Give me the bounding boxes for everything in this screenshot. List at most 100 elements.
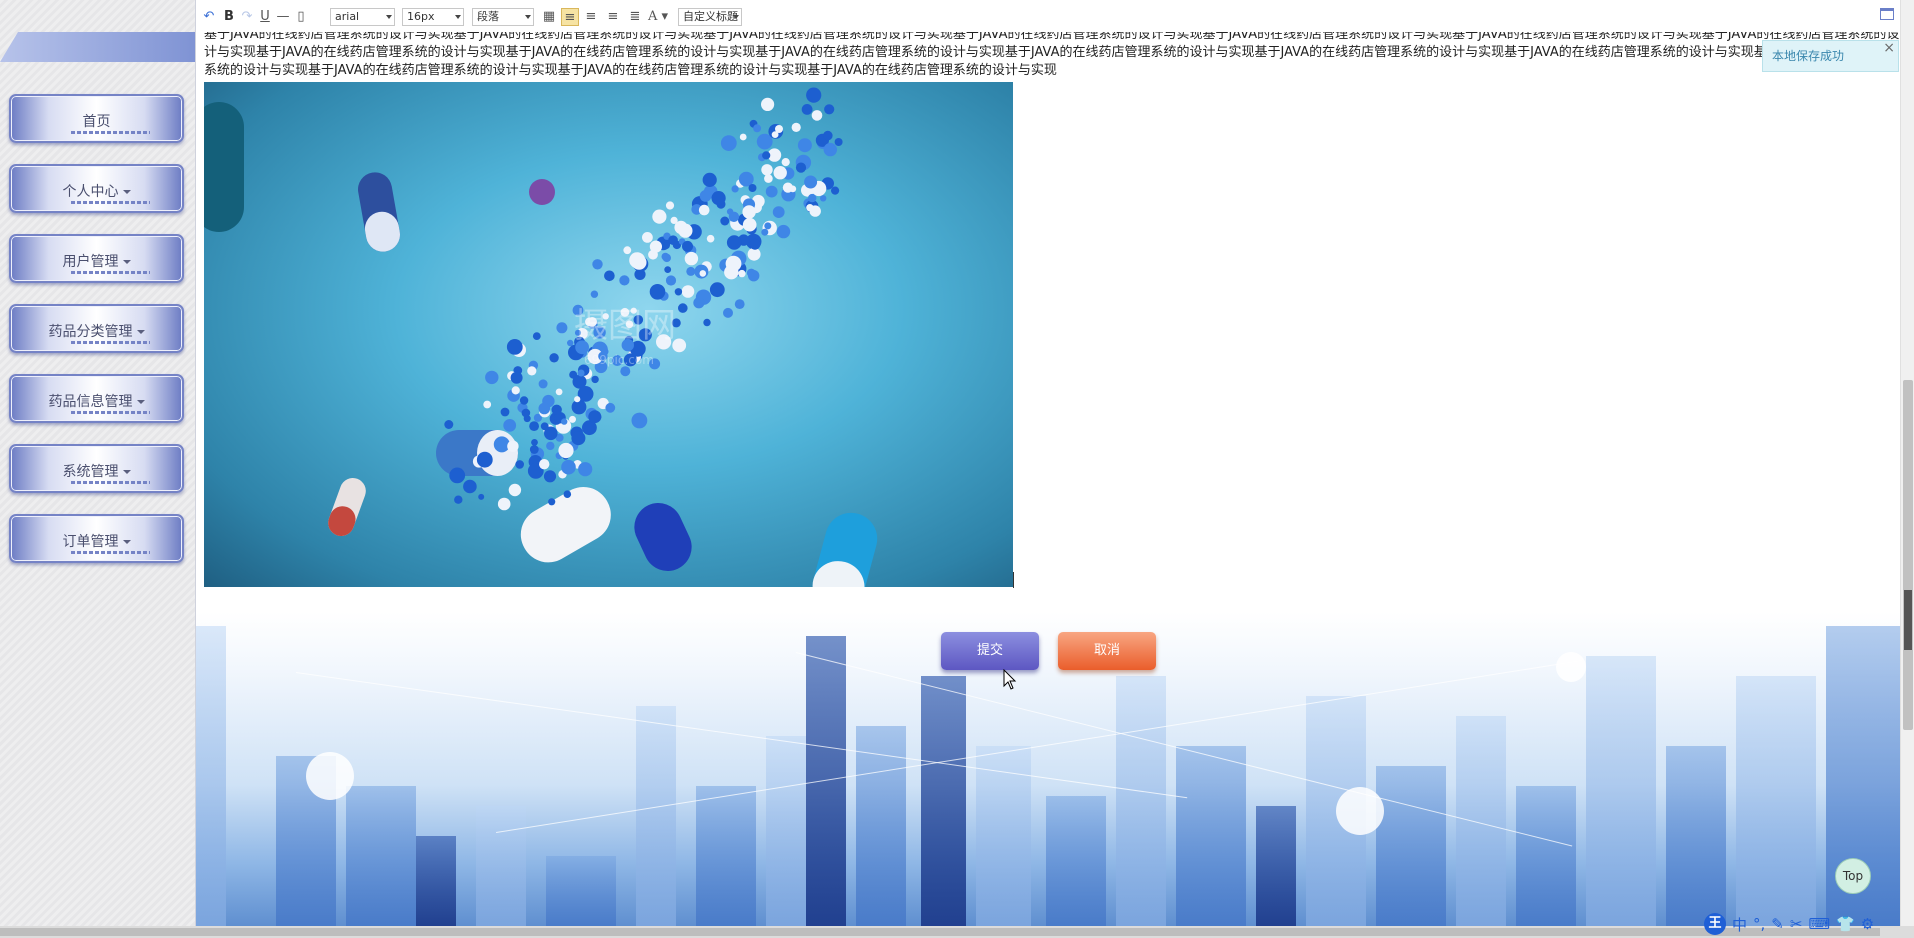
building — [766, 736, 806, 926]
scissors-icon[interactable]: ✂ — [1790, 915, 1803, 933]
fullscreen-icon[interactable] — [1880, 8, 1894, 20]
save-toast: 本地保存成功 × — [1762, 40, 1899, 72]
undo-icon[interactable]: ↶ — [201, 8, 217, 26]
editor-content[interactable]: 基于JAVA的在线药店管理系统的设计与实现基于JAVA的在线药店管理系统的设计与… — [196, 32, 1900, 612]
submit-button[interactable]: 提交 — [941, 632, 1039, 670]
sidebar-menu-item[interactable]: 药品分类管理 — [9, 304, 184, 353]
sidebar-menu-label: 系统管理 — [11, 461, 182, 481]
keyboard-icon[interactable]: ⌨ — [1808, 915, 1830, 933]
back-to-top-button[interactable]: Top — [1835, 858, 1871, 894]
horizontal-scrollbar[interactable] — [0, 926, 1914, 938]
sidebar-banner — [0, 32, 195, 62]
menu-label-text: 用户管理 — [62, 254, 119, 270]
sidebar-menu-label: 订单管理 — [11, 531, 182, 551]
redo-icon[interactable]: ↷ — [239, 8, 255, 26]
building — [976, 746, 1031, 926]
pen-icon[interactable]: ✎ — [1771, 915, 1784, 933]
paragraph-select[interactable]: 段落 — [472, 8, 534, 26]
building — [476, 806, 526, 926]
building — [921, 676, 966, 926]
punctuation-icon[interactable]: °, — [1753, 915, 1765, 933]
scrollbar-marker — [1904, 590, 1912, 650]
network-node — [1336, 787, 1384, 835]
caret-down-icon — [136, 330, 145, 334]
align-justify-icon[interactable]: ≣ — [627, 8, 643, 26]
align-right-icon[interactable]: ≡ — [583, 8, 599, 26]
network-line — [295, 672, 1188, 799]
sidebar-menu-item[interactable]: 系统管理 — [9, 444, 184, 493]
sidebar-menu-item[interactable]: 首页 — [9, 94, 184, 143]
sidebar-menu-label: 个人中心 — [11, 181, 182, 201]
cancel-button[interactable]: 取消 — [1058, 632, 1156, 670]
sidebar-menu-label: 药品信息管理 — [11, 391, 182, 411]
align-left-icon[interactable]: ≡ — [561, 8, 579, 26]
building — [346, 786, 416, 926]
network-node — [306, 752, 354, 800]
custom-title-value: 自定义标题 — [683, 10, 738, 23]
building — [1586, 656, 1656, 926]
building — [546, 856, 616, 926]
font-color-label: A — [648, 9, 658, 24]
gear-icon[interactable]: ⚙ — [1861, 915, 1874, 933]
building — [1256, 806, 1296, 926]
sidebar-menu-item[interactable]: 个人中心 — [9, 164, 184, 213]
building — [636, 706, 676, 926]
building — [196, 626, 226, 926]
pills-image[interactable]: 摄图网 699pic.com — [204, 82, 1013, 587]
font-color-button[interactable]: A ▾ — [648, 8, 668, 26]
text-caret — [1013, 572, 1014, 588]
menu-decoration — [71, 131, 150, 134]
editor-text[interactable]: 基于JAVA的在线药店管理系统的设计与实现基于JAVA的在线药店管理系统的设计与… — [204, 32, 1900, 80]
menu-decoration — [71, 201, 150, 204]
building — [1456, 716, 1506, 926]
font-family-value: arial — [335, 10, 360, 23]
sidebar-menu-label: 用户管理 — [11, 251, 182, 271]
chevron-down-icon — [733, 15, 739, 19]
horizontal-rule-icon[interactable]: — — [275, 8, 291, 26]
vertical-scrollbar[interactable] — [1900, 0, 1914, 926]
page-icon[interactable]: ▯ — [293, 8, 309, 26]
menu-label-text: 药品分类管理 — [48, 324, 133, 340]
font-size-select[interactable]: 16px — [402, 8, 464, 26]
table-icon[interactable]: ▦ — [541, 8, 557, 26]
watermark-subtext: 699pic.com — [584, 353, 654, 367]
sidebar-menu-item[interactable]: 订单管理 — [9, 514, 184, 563]
menu-decoration — [71, 411, 150, 414]
font-family-select[interactable]: arial — [330, 8, 395, 26]
building — [416, 836, 456, 926]
ime-logo[interactable]: 王 — [1704, 913, 1726, 935]
scrollbar-thumb[interactable] — [0, 928, 1880, 936]
font-size-value: 16px — [407, 10, 435, 23]
building — [1516, 786, 1576, 926]
align-center-icon[interactable]: ≡ — [605, 8, 621, 26]
sidebar-menu-item[interactable]: 药品信息管理 — [9, 374, 184, 423]
caret-down-icon — [122, 470, 131, 474]
watermark-text: 摄图网 — [574, 306, 676, 346]
shirt-icon[interactable]: 👕 — [1836, 915, 1855, 933]
editor-toolbar: ↶ B ↷ U — ▯ arial 16px 段落 ▦ ≡ ≡ ≡ ≣ A ▾ … — [196, 4, 1900, 32]
ime-toolbar: 王 中 °, ✎ ✂ ⌨ 👕 ⚙ — [1704, 912, 1900, 936]
ime-mode[interactable]: 中 — [1732, 914, 1747, 935]
sidebar-menu-label: 首页 — [11, 111, 182, 131]
pills-illustration: 摄图网 699pic.com — [204, 87, 878, 587]
chevron-down-icon — [525, 15, 531, 19]
menu-label-text: 系统管理 — [62, 464, 119, 480]
bold-button[interactable]: B — [221, 8, 237, 26]
menu-decoration — [71, 481, 150, 484]
menu-label-text: 药品信息管理 — [48, 394, 133, 410]
underline-button[interactable]: U — [257, 8, 273, 26]
menu-label-text: 首页 — [82, 114, 111, 130]
menu-decoration — [71, 341, 150, 344]
paragraph-value: 段落 — [477, 10, 499, 23]
building — [1376, 766, 1446, 926]
custom-title-select[interactable]: 自定义标题 — [678, 8, 742, 26]
bubble-cluster — [444, 87, 843, 511]
chevron-down-icon — [455, 15, 461, 19]
chevron-down-icon — [386, 15, 392, 19]
caret-down-icon — [122, 540, 131, 544]
menu-decoration — [71, 551, 150, 554]
close-icon[interactable]: × — [1883, 33, 1895, 63]
menu-decoration — [71, 271, 150, 274]
scrollbar-thumb[interactable] — [1903, 380, 1913, 730]
sidebar-menu-item[interactable]: 用户管理 — [9, 234, 184, 283]
